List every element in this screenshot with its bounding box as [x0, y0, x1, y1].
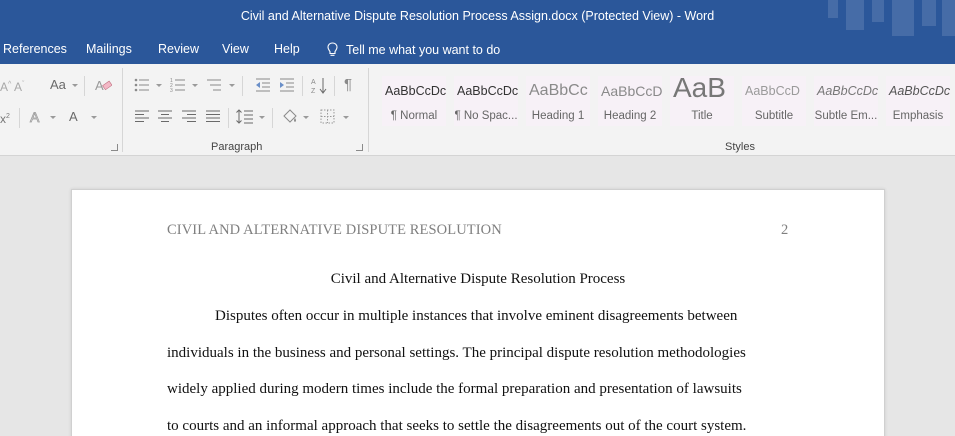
- show-marks-icon[interactable]: ¶: [344, 77, 352, 92]
- numbering-icon[interactable]: 1 2 3: [170, 78, 186, 92]
- document-page[interactable]: CIVIL AND ALTERNATIVE DISPUTE RESOLUTION…: [71, 189, 885, 436]
- chevron-down-icon[interactable]: [91, 116, 97, 119]
- paragraph-line: to courts and an informal approach that …: [167, 418, 747, 434]
- style-sample: AaBbCcD: [745, 84, 800, 98]
- ribbon-tabs: References Mailings Review View Help Tel…: [0, 36, 955, 64]
- style-sample: AaBbCc: [529, 82, 588, 99]
- style-label: ¶ No Spac...: [454, 110, 518, 122]
- separator: [242, 76, 243, 96]
- separator: [272, 108, 273, 128]
- separator: [302, 76, 303, 96]
- group-separator: [122, 68, 123, 152]
- word-window: Civil and Alternative Dispute Resolution…: [0, 0, 955, 436]
- style-emphasis[interactable]: AaBbCcDc Emphasis: [886, 76, 950, 126]
- style-sample: AaBbCcD: [601, 83, 662, 99]
- style-label: Subtle Em...: [814, 110, 878, 122]
- style-sample: AaBbCcDc: [457, 84, 518, 98]
- text-effects-icon[interactable]: A: [28, 108, 46, 126]
- svg-text:A: A: [311, 79, 316, 86]
- font-grow-icon[interactable]: A^ Aˇ: [0, 78, 24, 94]
- paragraph-line: individuals in the business and personal…: [167, 345, 746, 361]
- separator: [19, 108, 20, 128]
- style-label: Heading 1: [531, 110, 585, 122]
- tell-me-search[interactable]: Tell me what you want to do: [327, 40, 500, 60]
- running-head: CIVIL AND ALTERNATIVE DISPUTE RESOLUTION: [167, 222, 502, 238]
- paragraph-group-label: Paragraph: [211, 141, 263, 153]
- font-color-icon[interactable]: A: [67, 108, 83, 126]
- document-workspace: CIVIL AND ALTERNATIVE DISPUTE RESOLUTION…: [0, 157, 955, 436]
- bullets-icon[interactable]: [134, 78, 150, 92]
- tab-references[interactable]: References: [3, 42, 67, 56]
- tab-help[interactable]: Help: [274, 42, 300, 56]
- chevron-down-icon[interactable]: [259, 116, 265, 119]
- style-label: ¶ Normal: [390, 110, 438, 122]
- separator: [84, 76, 85, 96]
- align-right-icon[interactable]: [181, 110, 197, 123]
- align-center-icon[interactable]: [157, 110, 173, 123]
- style-label: Title: [691, 110, 713, 122]
- ribbon: A^ Aˇ Aa A x2 A A 1 2 3 A Z ¶ Paragraph …: [0, 64, 955, 156]
- svg-text:A: A: [69, 109, 78, 124]
- justify-icon[interactable]: [205, 110, 221, 123]
- chevron-down-icon[interactable]: [229, 84, 235, 87]
- style-heading-2[interactable]: AaBbCcD Heading 2: [598, 76, 662, 126]
- svg-text:A: A: [30, 109, 40, 125]
- borders-icon[interactable]: [320, 109, 335, 124]
- paragraph-line: Disputes often occur in multiple instanc…: [215, 308, 738, 324]
- tab-review[interactable]: Review: [158, 42, 199, 56]
- paragraph-line: widely applied during modern times inclu…: [167, 381, 742, 397]
- svg-text:Z: Z: [311, 88, 316, 94]
- font-dialog-launcher-icon[interactable]: [111, 144, 118, 151]
- increase-indent-icon[interactable]: [279, 78, 295, 92]
- decrease-indent-icon[interactable]: [255, 78, 271, 92]
- chevron-down-icon[interactable]: [72, 84, 78, 87]
- style-sample: AaB: [673, 76, 726, 103]
- chevron-down-icon[interactable]: [192, 84, 198, 87]
- tab-view[interactable]: View: [222, 42, 249, 56]
- chevron-down-icon[interactable]: [50, 116, 56, 119]
- chevron-down-icon[interactable]: [303, 116, 309, 119]
- style-sample: AaBbCcDc: [889, 84, 950, 98]
- style-sample: AaBbCcDc: [817, 84, 878, 98]
- document-title: Civil and Alternative Dispute Resolution…: [330, 271, 626, 287]
- chevron-down-icon[interactable]: [343, 116, 349, 119]
- style-label: Emphasis: [892, 110, 944, 122]
- style-heading-1[interactable]: AaBbCc Heading 1: [526, 76, 590, 126]
- separator: [228, 108, 229, 128]
- lightbulb-icon: [327, 42, 338, 56]
- superscript-icon[interactable]: x2: [0, 110, 10, 126]
- sort-icon[interactable]: A Z: [311, 76, 327, 94]
- style-no-spacing[interactable]: AaBbCcDc ¶ No Spac...: [454, 76, 518, 126]
- style-normal[interactable]: AaBbCcDc ¶ Normal: [382, 76, 446, 126]
- align-left-icon[interactable]: [134, 110, 150, 123]
- title-bar: Civil and Alternative Dispute Resolution…: [0, 0, 955, 36]
- style-title[interactable]: AaB Title: [670, 76, 734, 126]
- window-title: Civil and Alternative Dispute Resolution…: [240, 9, 715, 23]
- page-number: 2: [781, 222, 789, 238]
- group-separator: [368, 68, 369, 152]
- style-label: Subtitle: [754, 110, 794, 122]
- multilevel-list-icon[interactable]: [206, 78, 222, 92]
- tell-me-label: Tell me what you want to do: [346, 43, 501, 57]
- shading-icon[interactable]: [281, 108, 299, 125]
- svg-text:3: 3: [170, 88, 173, 92]
- style-sample: AaBbCcDc: [385, 84, 446, 98]
- tab-mailings[interactable]: Mailings: [86, 42, 132, 56]
- line-spacing-icon[interactable]: [236, 109, 254, 124]
- chevron-down-icon[interactable]: [156, 84, 162, 87]
- style-subtle-emphasis[interactable]: AaBbCcDc Subtle Em...: [814, 76, 878, 126]
- clear-formatting-icon[interactable]: A: [94, 76, 112, 94]
- style-label: Heading 2: [603, 110, 657, 122]
- separator: [334, 76, 335, 96]
- styles-group-label: Styles: [725, 141, 755, 153]
- change-case-icon[interactable]: Aa: [50, 78, 66, 92]
- paragraph-dialog-launcher-icon[interactable]: [356, 144, 363, 151]
- style-subtitle[interactable]: AaBbCcD Subtitle: [742, 76, 806, 126]
